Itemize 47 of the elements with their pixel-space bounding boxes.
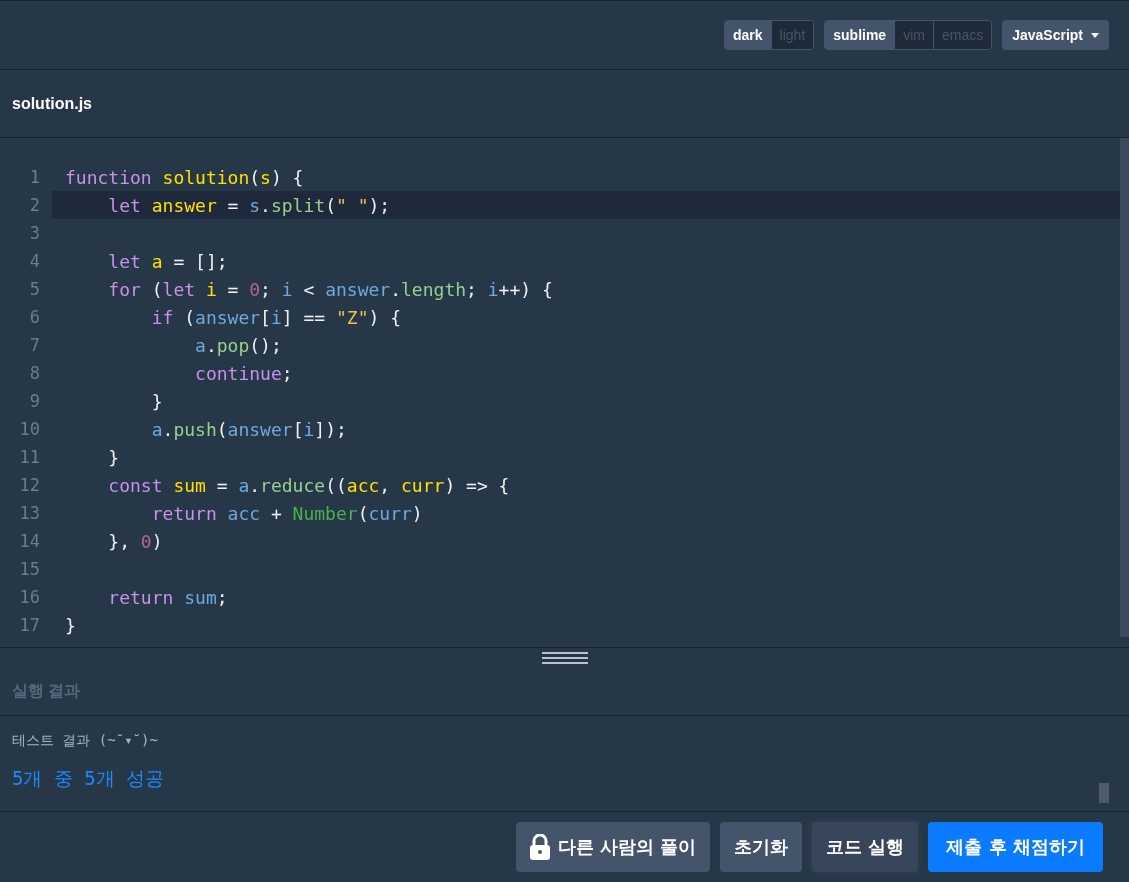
line-number: 14 [18,531,40,551]
line-number: 2 [28,195,40,215]
line-number: 10 [18,419,40,439]
keymap-toggle[interactable]: sublime [825,21,895,49]
line-number: 17 [18,615,40,635]
action-button[interactable]: 코드 실행 [812,822,919,872]
line-number: 12 [18,475,40,495]
line-number: 16 [18,587,40,607]
test-result-summary: 5개 중 5개 성공 [12,766,166,791]
line-number: 9 [28,391,40,411]
line-number: 8 [28,363,40,383]
code-line: for (let i = 0; i < answer.length; i++) { [107,278,553,300]
caret-icon [1091,32,1099,38]
line-number: 5 [28,279,40,299]
scrollbar[interactable] [1120,138,1129,637]
line-number: 7 [28,335,40,355]
code-line: } [107,446,120,468]
code-line: a.push(answer[i]); [150,418,347,440]
scrollbar-thumb[interactable] [1099,783,1109,803]
code-line: } [65,614,76,636]
code-line: } [150,390,163,412]
code-line: continue; [194,362,293,384]
file-tab[interactable]: solution.js [12,94,92,113]
code-line: return sum; [107,586,228,608]
code-line: let answer = s.split(" "); [107,194,391,216]
resize-handle-icon[interactable] [541,652,588,664]
line-number: 4 [28,251,40,271]
code-line: a.pop(); [194,334,282,356]
lock-icon [529,834,550,860]
line-number: 13 [18,503,40,523]
theme-toggle[interactable]: dark [725,21,771,49]
line-number: 1 [28,167,40,187]
action-button[interactable]: 제출 후 채점하기 [928,822,1103,872]
test-result-label: 테스트 결과 (~˘▾˘)~ [12,732,159,750]
code-line: return acc + Number(curr) [150,502,423,524]
code-line: }, 0) [107,530,163,552]
code-line: function solution(s) { [65,166,304,188]
code-line: let a = []; [107,250,228,272]
line-number: 11 [18,447,40,467]
code-line: if (answer[i] == "Z") { [150,306,401,328]
line-number: 3 [28,223,40,243]
action-button[interactable]: 다른 사람의 풀이 [515,822,711,872]
language-dropdown[interactable]: JavaScript [1002,20,1109,50]
line-number: 6 [28,307,40,327]
action-button[interactable]: 초기화 [720,822,803,872]
line-number: 15 [18,559,40,579]
code-line: const sum = a.reduce((acc, curr) => { [107,474,510,496]
